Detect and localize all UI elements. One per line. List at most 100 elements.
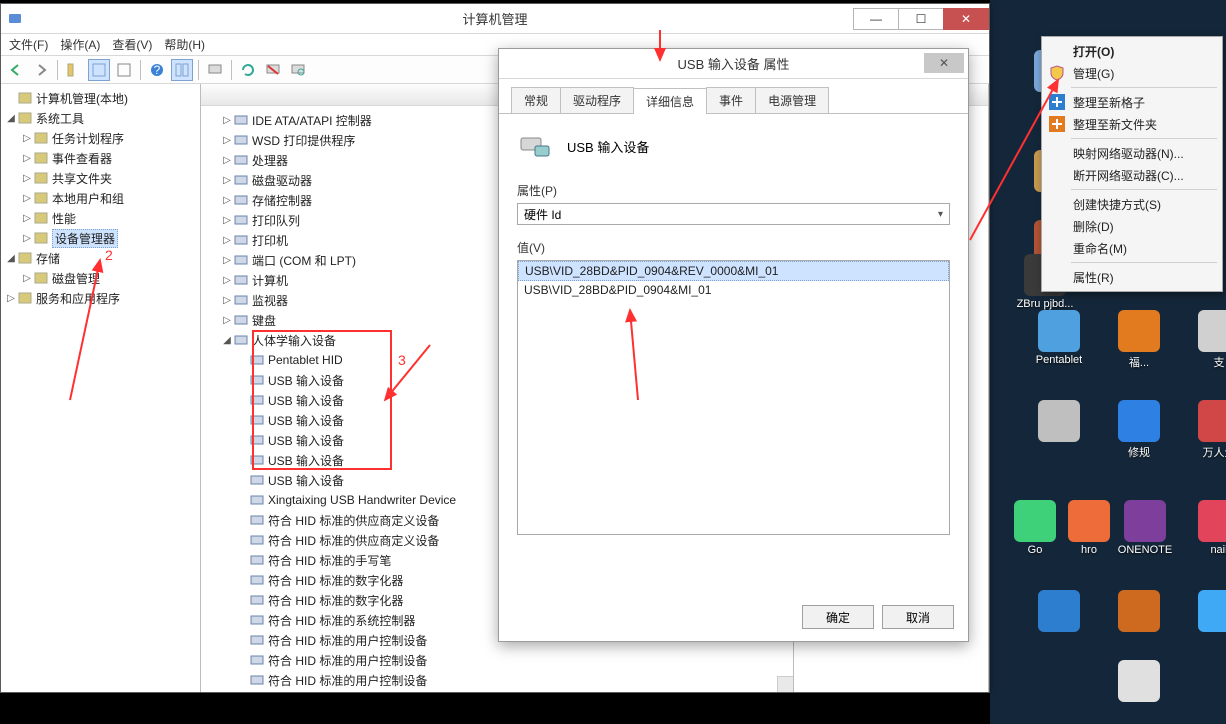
desktop-icon[interactable]: 万人生 <box>1184 400 1226 460</box>
tool-panes[interactable] <box>171 59 193 81</box>
desktop-icon[interactable]: 修规 <box>1104 400 1174 460</box>
caret-icon[interactable]: ▷ <box>221 275 233 286</box>
tool-forward[interactable] <box>30 59 52 81</box>
desktop-icon[interactable] <box>1024 590 1094 634</box>
caret-icon[interactable]: ▷ <box>221 135 233 146</box>
tree-item[interactable]: ◢系统工具 <box>3 108 198 128</box>
tool-uninstall[interactable] <box>262 59 284 81</box>
menu-help[interactable]: 帮助(H) <box>164 36 205 53</box>
device-item-label: WSD 打印提供程序 <box>252 132 355 149</box>
blank-icon <box>1049 196 1065 212</box>
device-icon <box>233 232 249 248</box>
blank-icon <box>1049 43 1065 59</box>
tree-item[interactable]: ▷设备管理器 <box>3 228 198 248</box>
caret-icon[interactable]: ▷ <box>221 195 233 206</box>
dialog-titlebar[interactable]: USB 输入设备 属性 ✕ <box>499 49 968 79</box>
device-icon <box>249 352 265 368</box>
tree-item[interactable]: ▷共享文件夹 <box>3 168 198 188</box>
value-listbox[interactable]: USB\VID_28BD&PID_0904&REV_0000&MI_01USB\… <box>517 260 950 535</box>
attribute-combo[interactable]: 硬件 Id <box>517 203 950 225</box>
caret-icon[interactable]: ▷ <box>221 315 233 326</box>
caret-icon[interactable]: ▷ <box>21 233 33 244</box>
tab-2[interactable]: 详细信息 <box>633 88 707 114</box>
ctx-item[interactable]: 属性(R) <box>1045 266 1219 288</box>
tab-3[interactable]: 事件 <box>706 87 756 113</box>
tool-view-details[interactable] <box>88 59 110 81</box>
tool-help[interactable]: ? <box>146 59 168 81</box>
caret-icon[interactable]: ▷ <box>21 273 33 284</box>
cancel-button[interactable]: 取消 <box>882 605 954 629</box>
dialog-close-button[interactable]: ✕ <box>924 53 964 73</box>
device-icon <box>249 492 265 508</box>
caret-icon[interactable]: ◢ <box>5 253 17 264</box>
ctx-item[interactable]: 管理(G) <box>1045 62 1219 84</box>
desktop-icon[interactable] <box>1184 590 1226 634</box>
menu-action[interactable]: 操作(A) <box>60 36 100 53</box>
maximize-button[interactable]: ☐ <box>898 8 944 30</box>
titlebar[interactable]: 计算机管理 — ☐ ✕ <box>1 4 989 34</box>
tool-computer[interactable] <box>204 59 226 81</box>
caret-icon[interactable]: ▷ <box>21 213 33 224</box>
ok-button[interactable]: 确定 <box>802 605 874 629</box>
tool-view-list[interactable] <box>113 59 135 81</box>
device-item-label: 符合 HID 标准的用户控制设备 <box>268 672 427 689</box>
tree-item[interactable]: ▷服务和应用程序 <box>3 288 198 308</box>
caret-icon[interactable]: ▷ <box>221 115 233 126</box>
tree-item-label: 存储 <box>36 250 60 267</box>
device-tree-item[interactable]: ▷软件设备 <box>203 690 791 692</box>
ctx-item[interactable]: 整理至新格子 <box>1045 91 1219 113</box>
caret-icon[interactable]: ▷ <box>5 293 17 304</box>
ctx-item[interactable]: 删除(D) <box>1045 215 1219 237</box>
caret-icon[interactable]: ▷ <box>221 255 233 266</box>
menu-view[interactable]: 查看(V) <box>112 36 152 53</box>
tab-0[interactable]: 常规 <box>511 87 561 113</box>
ctx-item[interactable]: 打开(O) <box>1045 40 1219 62</box>
tool-back[interactable] <box>5 59 27 81</box>
tab-4[interactable]: 电源管理 <box>755 87 829 113</box>
desktop-icon[interactable] <box>1104 590 1174 634</box>
menu-file[interactable]: 文件(F) <box>9 36 48 53</box>
tree-item[interactable]: ◢ 存储 <box>3 248 198 268</box>
tool-update[interactable] <box>237 59 259 81</box>
caret-icon[interactable]: ◢ <box>221 335 233 346</box>
desktop-icon[interactable]: nail <box>1184 500 1226 556</box>
ctx-item[interactable]: 断开网络驱动器(C)... <box>1045 164 1219 186</box>
caret-icon[interactable]: ▷ <box>21 173 33 184</box>
desktop-icon[interactable]: 支 <box>1184 310 1226 370</box>
caret-icon[interactable]: ◢ <box>5 113 17 124</box>
tree-item[interactable]: ▷事件查看器 <box>3 148 198 168</box>
desktop-icon[interactable]: 福... <box>1104 310 1174 370</box>
caret-icon[interactable]: ▷ <box>221 155 233 166</box>
ctx-item[interactable]: 创建快捷方式(S) <box>1045 193 1219 215</box>
hardware-id-item[interactable]: USB\VID_28BD&PID_0904&MI_01 <box>518 281 949 299</box>
desktop-icon[interactable]: Pentablet <box>1024 310 1094 366</box>
caret-icon[interactable]: ▷ <box>21 133 33 144</box>
caret-icon[interactable]: ▷ <box>21 193 33 204</box>
menu-separator <box>1071 189 1217 190</box>
minimize-button[interactable]: — <box>853 8 899 30</box>
tab-1[interactable]: 驱动程序 <box>560 87 634 113</box>
caret-icon[interactable]: ▷ <box>221 295 233 306</box>
desktop-icon[interactable] <box>1024 400 1094 444</box>
desktop-icon[interactable]: ONENOTE <box>1110 500 1180 556</box>
caret-icon[interactable]: ▷ <box>221 235 233 246</box>
tool-scan[interactable] <box>287 59 309 81</box>
close-button[interactable]: ✕ <box>943 8 989 30</box>
ctx-item[interactable]: 整理至新文件夹 <box>1045 113 1219 135</box>
hardware-id-item[interactable]: USB\VID_28BD&PID_0904&REV_0000&MI_01 <box>518 261 949 281</box>
caret-icon[interactable]: ▷ <box>221 215 233 226</box>
tree-item[interactable]: ▷任务计划程序 <box>3 128 198 148</box>
caret-icon[interactable]: ▷ <box>221 175 233 186</box>
tree-item[interactable]: ▷本地用户和组 <box>3 188 198 208</box>
ctx-item[interactable]: 重命名(M) <box>1045 237 1219 259</box>
tree-item[interactable]: ▷性能 <box>3 208 198 228</box>
caret-icon[interactable]: ▷ <box>21 153 33 164</box>
tool-show-tree[interactable] <box>63 59 85 81</box>
desktop-icon[interactable] <box>1104 660 1174 704</box>
device-tree-item[interactable]: 符合 HID 标准的用户控制设备 <box>203 670 791 690</box>
tree-item[interactable]: 计算机管理(本地) <box>3 88 198 108</box>
device-item-label: USB 输入设备 <box>268 452 344 469</box>
ctx-item[interactable]: 映射网络驱动器(N)... <box>1045 142 1219 164</box>
tree-item[interactable]: ▷磁盘管理 <box>3 268 198 288</box>
device-tree-item[interactable]: 符合 HID 标准的用户控制设备 <box>203 650 791 670</box>
